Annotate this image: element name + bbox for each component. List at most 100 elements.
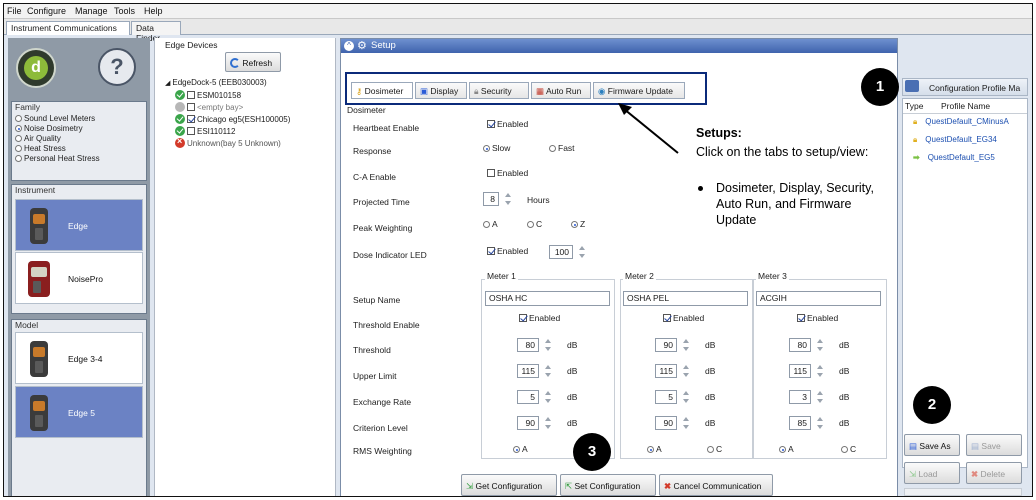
dose-led-input[interactable]: 100 (549, 245, 573, 259)
spinner-icon[interactable] (683, 391, 689, 403)
cancel-communication-button[interactable]: ✖ Cancel Communication (659, 474, 773, 496)
spinner-icon[interactable] (817, 365, 823, 377)
projected-time-input[interactable]: 8 (483, 192, 499, 206)
name-column-header[interactable]: Profile Name (941, 101, 990, 111)
spinner-icon[interactable] (683, 365, 689, 377)
meter-2-exchange-input[interactable]: 5 (655, 390, 677, 404)
meter-2-setup-name-input[interactable]: OSHA PEL (623, 291, 748, 306)
device-row[interactable]: ESM010158 (175, 90, 241, 101)
type-column-header[interactable]: Type (905, 101, 923, 111)
instrument-noisepro[interactable]: NoisePro (15, 252, 143, 304)
meter-1-threshold-enable[interactable]: Enabled (519, 313, 560, 323)
device-row[interactable]: Unknown(bay 5 Unknown) (175, 136, 281, 149)
profile-row[interactable]: ➡ QuestDefault_EG5 (905, 153, 1027, 167)
heartbeat-checkbox[interactable]: Enabled (487, 119, 528, 129)
instrument-logo-icon[interactable]: d (16, 48, 56, 88)
spinner-icon[interactable] (817, 339, 823, 351)
tab-instrument-communications[interactable]: Instrument Communications (6, 21, 130, 35)
meter-3-rms-c-radio[interactable]: C (841, 444, 856, 454)
menu-manage[interactable]: Manage (75, 6, 108, 16)
meter-2-threshold-enable[interactable]: Enabled (663, 313, 704, 323)
meter-2-rms-a-radio[interactable]: A (647, 444, 662, 454)
meter-3-criterion-input[interactable]: 85 (789, 416, 811, 430)
meter-3-setup-name-input[interactable]: ACGIH (756, 291, 881, 306)
spinner-icon[interactable] (545, 391, 551, 403)
response-slow-radio[interactable]: Slow (483, 143, 510, 153)
help-icon[interactable]: ? (98, 48, 136, 86)
checkbox-checked[interactable] (187, 115, 195, 123)
spinner-icon[interactable] (817, 417, 823, 429)
device-row[interactable]: <empty bay> (175, 102, 243, 113)
meter-1-rms-a-radio[interactable]: A (513, 444, 528, 454)
profile-row[interactable]: 🔒︎ QuestDefault_CMinusA (905, 117, 1027, 131)
meter-1-criterion-input[interactable]: 90 (517, 416, 539, 430)
refresh-button[interactable]: Refresh (225, 52, 281, 72)
save-as-button[interactable]: ▤ Save As (904, 434, 960, 456)
meter-1-exchange-input[interactable]: 5 (517, 390, 539, 404)
device-row[interactable]: ESI110112 (175, 126, 235, 137)
tab-data-finder[interactable]: Data Finder (131, 21, 181, 43)
meter-2-criterion-input[interactable]: 90 (655, 416, 677, 430)
meter-3-upper-input[interactable]: 115 (789, 364, 811, 378)
peak-c-radio[interactable]: C (527, 219, 542, 229)
delete-button[interactable]: ✖ Delete (966, 462, 1022, 484)
spinner-icon[interactable] (505, 193, 511, 205)
get-configuration-button[interactable]: ⇲ Get Configuration (461, 474, 557, 496)
meter-1-setup-name-input[interactable]: OSHA HC (485, 291, 610, 306)
meter-2-title: Meter 2 (623, 271, 656, 281)
spinner-icon[interactable] (545, 417, 551, 429)
family-radio[interactable]: Heat Stress (15, 144, 66, 154)
radio-label: Fast (558, 143, 575, 153)
checkbox-checked (487, 247, 495, 255)
profile-row[interactable]: 🔒︎ QuestDefault_EG34 (905, 135, 1027, 149)
lock-icon: 🔒︎ (913, 117, 918, 126)
checkbox[interactable] (187, 127, 195, 135)
ca-enable-checkbox[interactable]: Enabled (487, 168, 528, 178)
spinner-icon[interactable] (683, 417, 689, 429)
spinner-icon[interactable] (545, 339, 551, 351)
family-radio[interactable]: Personal Heat Stress (15, 154, 100, 164)
model-edge-5[interactable]: Edge 5 (15, 386, 143, 438)
meter-1-upper-input[interactable]: 115 (517, 364, 539, 378)
family-radio[interactable]: Noise Dosimetry (15, 124, 83, 134)
set-configuration-button[interactable]: ⇱ Set Configuration (560, 474, 656, 496)
meter-2-threshold-input[interactable]: 90 (655, 338, 677, 352)
meter-3-exchange-input[interactable]: 3 (789, 390, 811, 404)
meter-3-threshold-input[interactable]: 80 (789, 338, 811, 352)
menu-help[interactable]: Help (144, 6, 163, 16)
annotation-line: Click on the tabs to setup/view: (696, 145, 869, 159)
device-label: Chicago eg5(ESH100005) (197, 115, 291, 124)
meter-1-threshold-input[interactable]: 80 (517, 338, 539, 352)
response-fast-radio[interactable]: Fast (549, 143, 575, 153)
meter-3-threshold-enable[interactable]: Enabled (797, 313, 838, 323)
device-row[interactable]: Chicago eg5(ESH100005) (175, 114, 290, 125)
family-radio[interactable]: Sound Level Meters (15, 114, 95, 124)
collapse-icon[interactable]: ^ (344, 41, 354, 51)
radio-label: A (492, 219, 498, 229)
menu-configure[interactable]: Configure (27, 6, 66, 16)
meter-3-rms-a-radio[interactable]: A (779, 444, 794, 454)
spinner-icon[interactable] (683, 339, 689, 351)
checkbox-label: Enabled (497, 246, 529, 256)
dose-led-checkbox[interactable]: Enabled (487, 246, 528, 256)
meter-2-rms-c-radio[interactable]: C (707, 444, 722, 454)
family-radio[interactable]: Air Quality (15, 134, 61, 144)
checkbox-label: Enabled (807, 313, 839, 323)
checkbox[interactable] (187, 103, 195, 111)
meter-2-upper-input[interactable]: 115 (655, 364, 677, 378)
spinner-icon[interactable] (579, 246, 585, 258)
peak-a-radio[interactable]: A (483, 219, 498, 229)
horizontal-scrollbar[interactable] (904, 488, 1022, 496)
spinner-icon[interactable] (817, 391, 823, 403)
save-button[interactable]: ▤ Save (966, 434, 1022, 456)
checkbox[interactable] (187, 91, 195, 99)
unit-label: dB (567, 418, 578, 428)
menu-tools[interactable]: Tools (114, 6, 135, 16)
tree-root[interactable]: ◢ EdgeDock-5 (EEB030003) (165, 78, 267, 89)
load-button[interactable]: ⇲ Load (904, 462, 960, 484)
menu-file[interactable]: File (7, 6, 22, 16)
peak-z-radio[interactable]: Z (571, 219, 585, 229)
model-edge-3-4[interactable]: Edge 3-4 (15, 332, 143, 384)
instrument-edge[interactable]: Edge (15, 199, 143, 251)
spinner-icon[interactable] (545, 365, 551, 377)
